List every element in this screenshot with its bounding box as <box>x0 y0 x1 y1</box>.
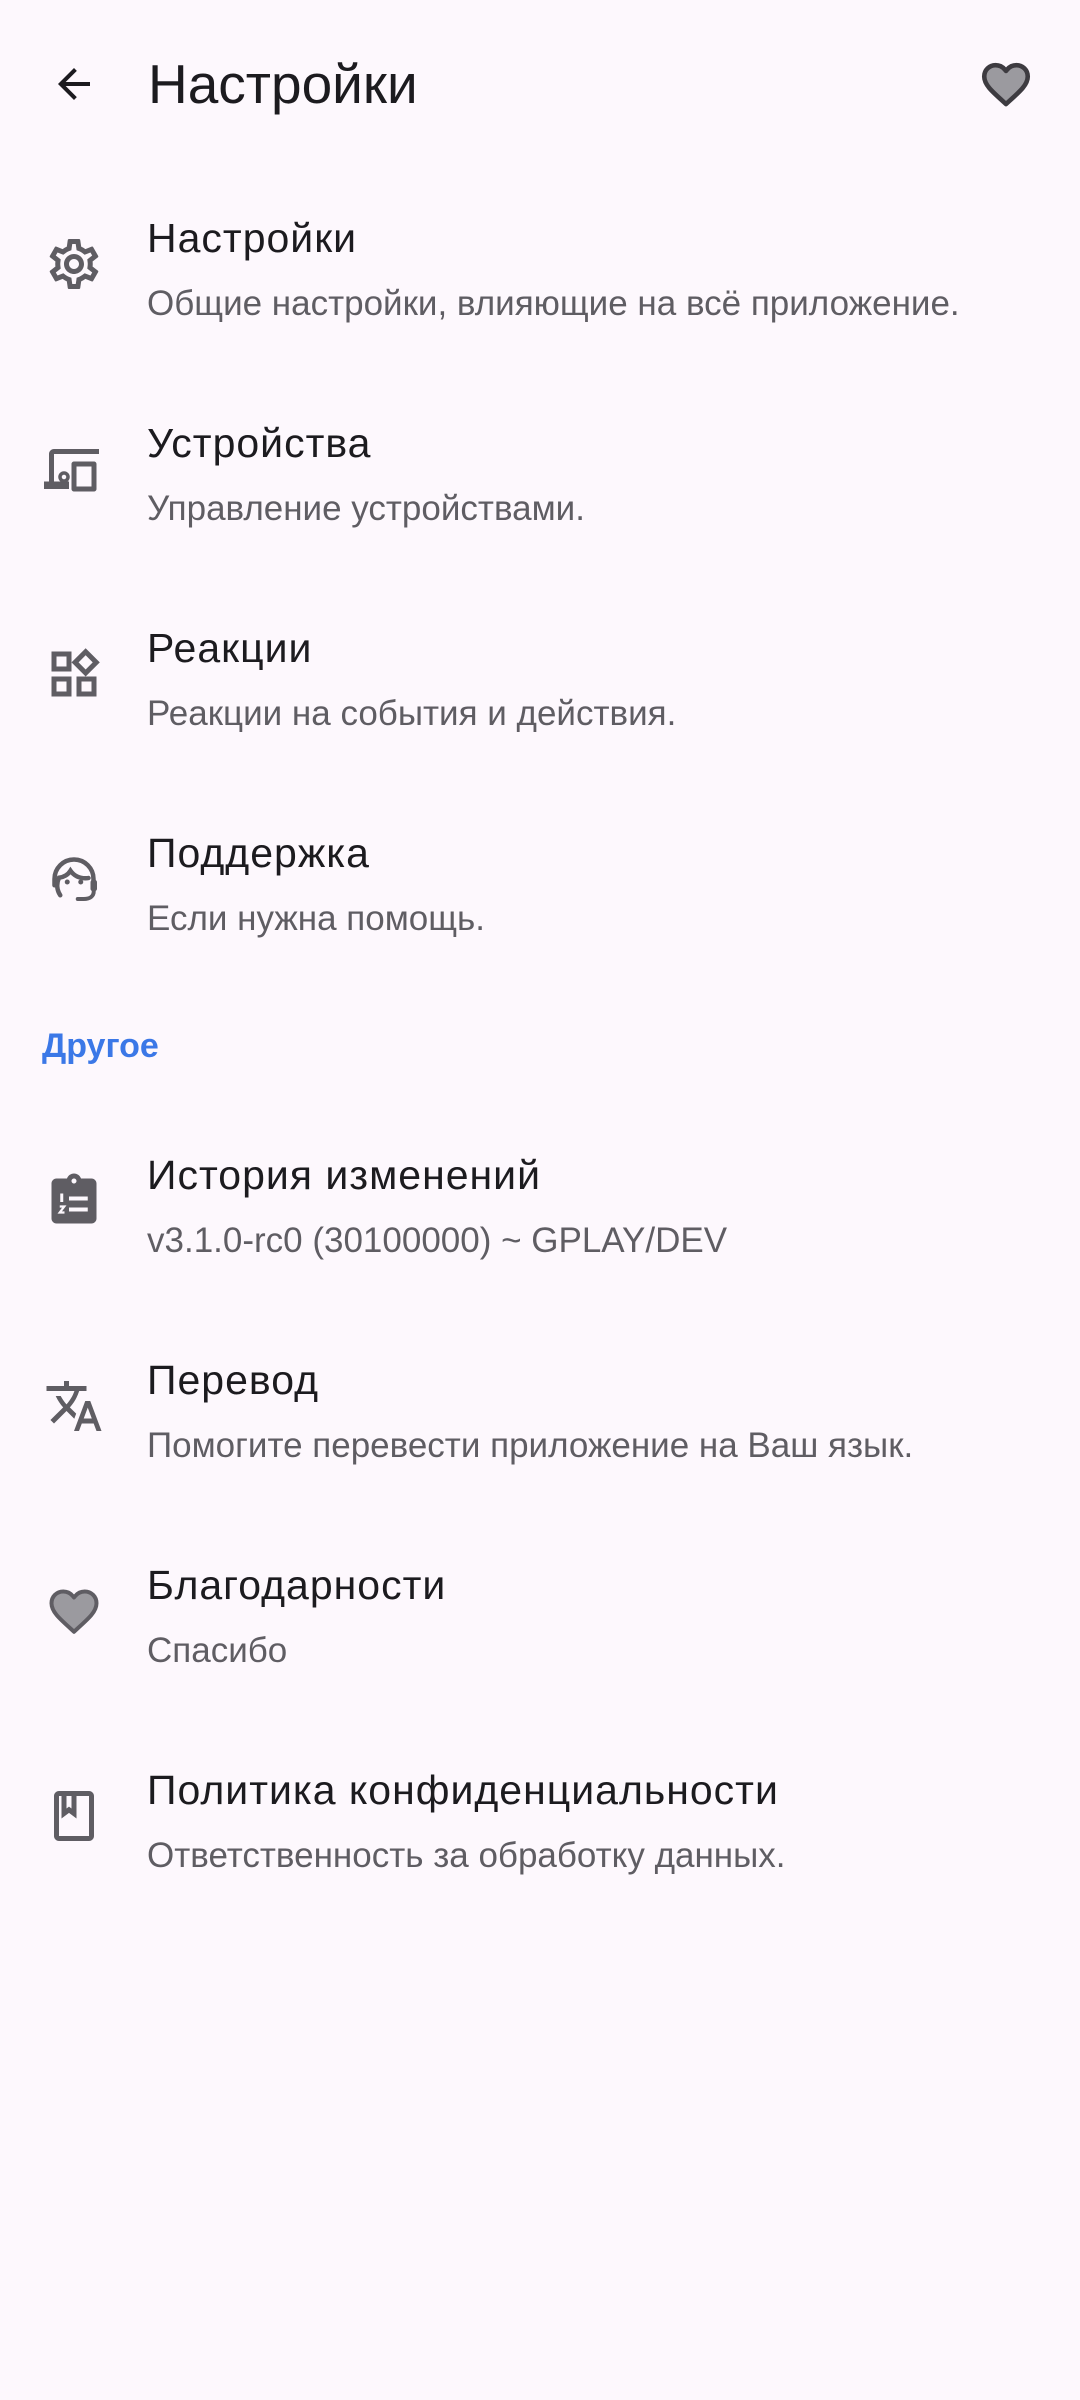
translate-icon-wrap <box>42 1374 106 1438</box>
item-subtitle: Спасибо <box>147 1631 288 1670</box>
gear-icon-wrap <box>42 232 106 296</box>
settings-item-support[interactable]: Поддержка Если нужна помощь. <box>0 783 1080 988</box>
item-subtitle: Общие настройки, влияющие на всё приложе… <box>147 284 960 323</box>
arrow-back-icon <box>58 68 90 100</box>
item-subtitle: v3.1.0-rc0 (30100000) ~ GPLAY/DEV <box>147 1221 728 1260</box>
settings-item-devices[interactable]: Устройства Управление устройствами. <box>0 373 1080 578</box>
page-title: Настройки <box>148 53 418 115</box>
item-title: Поддержка <box>147 830 370 876</box>
item-title: Реакции <box>147 625 313 671</box>
section-header-other: Другое <box>42 1027 159 1065</box>
heart-outline-icon <box>981 62 1031 107</box>
gear-icon <box>49 238 99 289</box>
clipboard-list-icon <box>51 1173 97 1224</box>
settings-item-changelog[interactable]: История изменений v3.1.0-rc0 (30100000) … <box>0 1105 1080 1310</box>
support-agent-icon-wrap <box>42 847 106 911</box>
settings-item-general[interactable]: Настройки Общие настройки, влияющие на в… <box>0 168 1080 373</box>
heart-icon-wrap <box>42 1579 106 1643</box>
book-icon <box>54 1791 94 1841</box>
heart-icon <box>49 1589 99 1634</box>
item-title: Устройства <box>147 420 372 466</box>
book-icon-wrap <box>42 1784 106 1848</box>
widgets-icon-wrap <box>42 642 106 706</box>
translate-icon <box>46 1381 102 1431</box>
devices-icon-wrap <box>42 437 106 501</box>
item-title: Перевод <box>147 1357 320 1403</box>
item-subtitle: Помогите перевести приложение на Ваш язы… <box>147 1426 914 1465</box>
favorite-button[interactable] <box>968 46 1044 122</box>
back-button[interactable] <box>36 46 112 122</box>
settings-item-thanks[interactable]: Благодарности Спасибо <box>0 1515 1080 1720</box>
devices-icon <box>44 449 99 492</box>
clipboard-list-icon-wrap <box>42 1169 106 1233</box>
support-agent-icon <box>52 857 97 901</box>
top-app-bar: Настройки <box>0 0 1080 168</box>
item-title: Настройки <box>147 215 358 261</box>
widgets-icon <box>51 648 100 697</box>
item-title: Политика конфиденциальности <box>147 1767 779 1813</box>
item-subtitle: Управление устройствами. <box>147 489 585 528</box>
item-subtitle: Ответственность за обработку данных. <box>147 1836 786 1875</box>
item-title: Благодарности <box>147 1562 447 1608</box>
settings-item-privacy[interactable]: Политика конфиденциальности Ответственно… <box>0 1720 1080 1925</box>
item-title: История изменений <box>147 1152 541 1198</box>
item-subtitle: Реакции на события и действия. <box>147 694 677 733</box>
settings-item-reactions[interactable]: Реакции Реакции на события и действия. <box>0 578 1080 783</box>
item-subtitle: Если нужна помощь. <box>147 899 486 938</box>
settings-item-translation[interactable]: Перевод Помогите перевести приложение на… <box>0 1310 1080 1515</box>
